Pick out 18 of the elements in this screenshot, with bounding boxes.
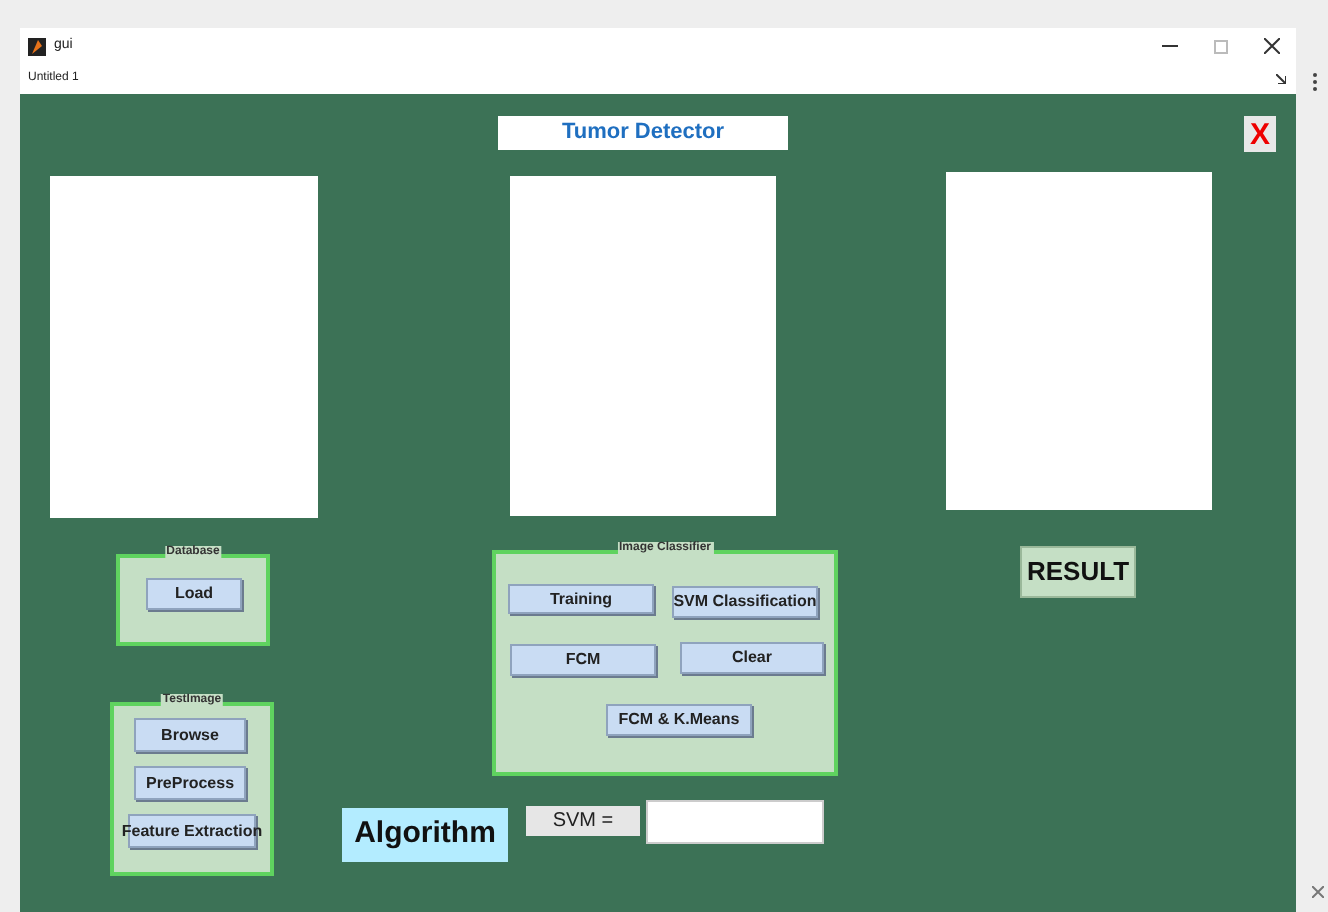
gui-button[interactable]: FCM — [510, 644, 656, 676]
result-label: RESULT — [1020, 546, 1136, 598]
close-button[interactable]: X — [1244, 116, 1276, 152]
gui-button[interactable]: SVM Classification — [672, 586, 818, 618]
dock-arrow-icon[interactable] — [1276, 74, 1286, 84]
gui-button[interactable]: Browse — [134, 718, 246, 752]
svm-label: SVM = — [526, 806, 640, 836]
app-icon — [28, 37, 46, 55]
gui-button[interactable]: PreProcess — [134, 766, 246, 800]
gui-button[interactable]: FCM & K.Means — [606, 704, 752, 736]
more-options-icon[interactable] — [1312, 72, 1318, 92]
gui-button[interactable]: Load — [146, 578, 242, 610]
close-icon[interactable] — [1264, 38, 1280, 54]
svm-output-field[interactable] — [646, 800, 824, 844]
gui-button[interactable]: Clear — [680, 642, 824, 674]
algorithm-label: Algorithm — [342, 808, 508, 862]
gui-button[interactable]: Training — [508, 584, 654, 614]
app-title: Tumor Detector — [561, 118, 725, 149]
